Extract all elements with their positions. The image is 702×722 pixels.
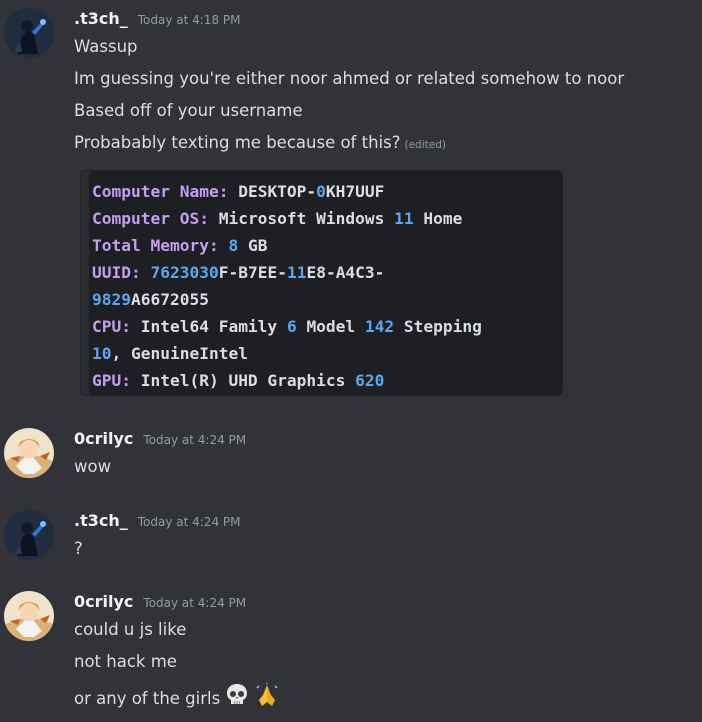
code-value: KH7UUF xyxy=(325,182,385,201)
code-line-uuid-cont: 9829A6672055 xyxy=(92,290,209,309)
chat-messages: .t3ch_ Today at 4:18 PM Wassup Im guessi… xyxy=(0,0,702,722)
code-value: Intel64 Family xyxy=(140,317,278,336)
username[interactable]: 0crilyc xyxy=(74,429,133,448)
code-key: GPU: xyxy=(92,371,131,390)
message-text: Probabably texting me because of this? xyxy=(74,133,401,152)
code-number: 0 xyxy=(316,182,326,201)
message-text: could u js like xyxy=(74,620,187,639)
avatar[interactable] xyxy=(4,428,54,478)
username[interactable]: .t3ch_ xyxy=(74,9,128,28)
timestamp: Today at 4:24 PM xyxy=(137,515,241,529)
avatar-anime-icon xyxy=(4,428,54,478)
code-line-uuid: UUID: 7623030F-B7EE-11E8-A4C3- xyxy=(92,263,384,282)
message-text-edited: Probabably texting me because of this? (e… xyxy=(74,133,446,152)
avatar[interactable] xyxy=(4,8,54,58)
message-text: Wassup xyxy=(74,37,138,56)
edited-tag: (edited) xyxy=(404,139,446,151)
code-number: 8 xyxy=(228,236,239,255)
avatar-tech-icon xyxy=(4,510,54,560)
message-header: .t3ch_ Today at 4:24 PM xyxy=(74,511,240,530)
message-text: Based off of your username xyxy=(74,101,303,120)
message-text: wow xyxy=(74,457,112,476)
message-group: .t3ch_ Today at 4:18 PM Wassup Im guessi… xyxy=(0,0,702,400)
code-line-cpu: CPU: Intel64 Family 6 Model 142 Stepping xyxy=(92,317,482,336)
message-text: not hack me xyxy=(74,652,177,671)
message-header: 0crilyc Today at 4:24 PM xyxy=(74,429,246,448)
code-key: CPU: xyxy=(92,317,131,336)
code-line-cpu-cont: 10, GenuineIntel xyxy=(92,344,248,363)
code-value: Stepping xyxy=(403,317,482,336)
code-number: 6 xyxy=(286,317,297,336)
avatar-tech-icon xyxy=(4,8,54,58)
avatar[interactable] xyxy=(4,591,54,641)
code-block: Computer Name: DESKTOP-0KH7UUF Computer … xyxy=(80,170,563,396)
code-number: 11 xyxy=(286,263,307,282)
message-group: .t3ch_ Today at 4:24 PM ? xyxy=(0,502,702,572)
code-block-inner: Computer Name: DESKTOP-0KH7UUF Computer … xyxy=(89,171,562,395)
timestamp: Today at 4:24 PM xyxy=(143,433,247,447)
code-number: 9829 xyxy=(92,290,131,309)
timestamp: Today at 4:24 PM xyxy=(143,596,247,610)
skull-emoji-icon[interactable] xyxy=(224,682,250,708)
code-line-memory: Total Memory: 8 GB xyxy=(92,236,267,255)
code-value: Intel(R) UHD Graphics xyxy=(140,371,346,390)
code-number: 142 xyxy=(364,317,395,336)
code-value: E8-A4C3- xyxy=(306,263,385,282)
code-value: , GenuineIntel xyxy=(111,344,248,363)
avatar[interactable] xyxy=(4,510,54,560)
code-value: Model xyxy=(306,317,356,336)
message-header: 0crilyc Today at 4:24 PM xyxy=(74,592,246,611)
message-text: ? xyxy=(74,539,83,558)
timestamp: Today at 4:18 PM xyxy=(137,13,241,27)
code-key: Computer Name: xyxy=(92,182,229,201)
code-number: 620 xyxy=(355,371,385,390)
code-value: Microsoft Windows xyxy=(218,209,385,228)
code-number: 10 xyxy=(92,344,112,363)
code-key: UUID: xyxy=(92,263,141,282)
code-value: GB xyxy=(247,236,268,255)
code-line-computer-name: Computer Name: DESKTOP-0KH7UUF xyxy=(92,182,384,201)
message-text-with-emoji: or any of the girls xyxy=(74,682,280,708)
username[interactable]: 0crilyc xyxy=(74,592,133,611)
folded-hands-emoji-icon[interactable] xyxy=(254,682,280,708)
code-number: 11 xyxy=(394,209,414,228)
code-value: F-B7EE- xyxy=(218,263,287,282)
code-line-gpu: GPU: Intel(R) UHD Graphics 620 xyxy=(92,371,384,390)
code-line-os: Computer OS: Microsoft Windows 11 Home xyxy=(92,209,462,228)
code-key: Total Memory: xyxy=(92,236,219,255)
code-value: DESKTOP- xyxy=(238,182,317,201)
message-group: 0crilyc Today at 4:24 PM could u js like… xyxy=(0,583,702,722)
code-number: 7623030 xyxy=(150,263,219,282)
message-header: .t3ch_ Today at 4:18 PM xyxy=(74,9,240,28)
username[interactable]: .t3ch_ xyxy=(74,511,128,530)
message-text: or any of the girls xyxy=(74,689,221,708)
code-key: Computer OS: xyxy=(92,209,209,228)
avatar-anime-icon xyxy=(4,591,54,641)
message-text: Im guessing you're either noor ahmed or … xyxy=(74,69,625,88)
code-value: A6672055 xyxy=(130,290,209,309)
message-group: 0crilyc Today at 4:24 PM wow xyxy=(0,420,702,490)
code-value: Home xyxy=(423,209,463,228)
